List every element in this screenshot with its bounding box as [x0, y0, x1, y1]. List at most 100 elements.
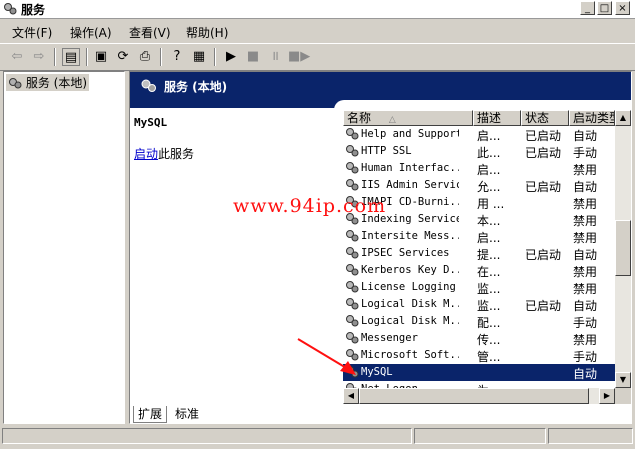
service-name: Kerberos Key D...: [361, 264, 459, 276]
back-icon[interactable]: ⇦: [8, 48, 26, 66]
menu-file[interactable]: 文件(F): [12, 24, 52, 41]
service-row[interactable]: License Logging 监... 禁用: [343, 279, 615, 296]
column-header-startup[interactable]: 启动类型: [569, 110, 615, 126]
service-row[interactable]: HTTP SSL 此... 已启动 手动: [343, 143, 615, 160]
minimize-button[interactable]: _: [580, 1, 595, 15]
scroll-corner: [615, 388, 631, 404]
maximize-button[interactable]: □: [597, 1, 612, 15]
toolbar-separator: [86, 48, 88, 66]
toolbar: ⇦ ⇨ ▤ ▣ ⟳ ⎙ ? ▦ ▶ ■ ॥ ■▶: [0, 43, 635, 71]
pause-icon[interactable]: ॥: [266, 48, 284, 66]
selected-service-name: MySQL: [134, 116, 168, 129]
service-row[interactable]: Human Interfac... 启... 禁用: [343, 160, 615, 177]
menu-action[interactable]: 操作(A): [70, 24, 112, 41]
menu-view[interactable]: 查看(V): [129, 24, 171, 41]
service-row[interactable]: Logical Disk M... 监... 已启动 自动: [343, 296, 615, 313]
scroll-thumb[interactable]: [615, 220, 631, 276]
service-startup-type: 手动: [573, 350, 598, 364]
service-row[interactable]: IIS Admin Service 允... 已启动 自动: [343, 177, 615, 194]
service-gear-icon: [346, 281, 359, 293]
services-window: 服务 _ □ × 文件(F) 操作(A) 查看(V) 帮助(H) ⇦ ⇨ ▤ ▣…: [0, 0, 635, 449]
service-name: MySQL: [361, 366, 393, 378]
details-header-title: 服务 (本地): [164, 80, 228, 94]
service-startup-type: 禁用: [573, 282, 598, 296]
column-header-status[interactable]: 状态: [521, 110, 569, 126]
sort-ascending-icon: △: [388, 115, 396, 125]
scroll-left-icon[interactable]: ◀: [343, 388, 359, 404]
service-row[interactable]: Messenger 传... 禁用: [343, 330, 615, 347]
services-gear-icon: [9, 78, 22, 89]
tree-node-services-local[interactable]: 服务 (本地): [6, 74, 90, 91]
vertical-scrollbar[interactable]: ▲ ▼: [615, 110, 631, 388]
service-description: 提...: [477, 248, 501, 262]
help-icon[interactable]: ?: [168, 48, 186, 66]
service-startup-type: 自动: [573, 367, 598, 381]
service-description: 在...: [477, 265, 501, 279]
service-row[interactable]: Help and Support 启... 已启动 自动: [343, 126, 615, 143]
service-name: Human Interfac...: [361, 162, 459, 174]
service-gear-icon: [346, 264, 359, 276]
show-tree-icon[interactable]: ▤: [62, 48, 80, 66]
service-description: 用 ...: [477, 197, 505, 211]
start-service-link[interactable]: 启动: [134, 147, 158, 161]
toolbar-separator: [54, 48, 56, 66]
tab-extended[interactable]: 扩展: [133, 406, 168, 423]
properties-icon[interactable]: ▣: [92, 48, 110, 66]
service-startup-type: 手动: [573, 146, 598, 160]
service-description: 启...: [477, 231, 501, 245]
service-row[interactable]: Logical Disk M... 配... 手动: [343, 313, 615, 330]
forward-icon[interactable]: ⇨: [30, 48, 48, 66]
horizontal-scroll-thumb[interactable]: [359, 388, 589, 404]
service-gear-icon: [346, 247, 359, 259]
toolbar-separator: [160, 48, 162, 66]
console-icon[interactable]: ▦: [190, 48, 208, 66]
details-pane: 服务 (本地) MySQL 启动此服务 名称 △ 描述 状态 启动类型 Help…: [129, 71, 632, 424]
service-row[interactable]: Intersite Mess... 启... 禁用: [343, 228, 615, 245]
service-startup-type: 自动: [573, 299, 598, 313]
service-row[interactable]: Microsoft Soft... 管... 手动: [343, 347, 615, 364]
service-startup-type: 禁用: [573, 265, 598, 279]
service-name: Intersite Mess...: [361, 230, 459, 242]
service-description: 启...: [477, 129, 501, 143]
service-status: 已启动: [525, 146, 562, 160]
service-status: 已启动: [525, 129, 562, 143]
service-startup-type: 禁用: [573, 333, 598, 347]
scroll-right-icon[interactable]: ▶: [599, 388, 615, 404]
refresh-icon[interactable]: ⟳: [114, 48, 132, 66]
close-button[interactable]: ×: [615, 1, 630, 15]
service-name: Logical Disk M...: [361, 298, 459, 310]
annotation-arrow-icon: [297, 338, 356, 375]
title-bar[interactable]: 服务 _ □ ×: [0, 0, 635, 19]
restart-icon[interactable]: ■▶: [288, 48, 310, 66]
service-description: 传...: [477, 333, 501, 347]
scroll-down-icon[interactable]: ▼: [615, 372, 631, 388]
service-gear-icon: [346, 230, 359, 242]
service-status: 已启动: [525, 180, 562, 194]
export-icon[interactable]: ⎙: [136, 48, 154, 66]
start-icon[interactable]: ▶: [222, 48, 240, 66]
service-gear-icon: [346, 128, 359, 140]
service-description: 本...: [477, 214, 501, 228]
stop-icon[interactable]: ■: [244, 48, 262, 66]
service-name: HTTP SSL: [361, 145, 412, 157]
column-header-name[interactable]: 名称 △: [343, 110, 473, 126]
service-row[interactable]: IPSEC Services 提... 已启动 自动: [343, 245, 615, 262]
toolbar-separator: [214, 48, 216, 66]
service-description: 监...: [477, 299, 501, 313]
tab-standard[interactable]: 标准: [171, 406, 203, 422]
service-row[interactable]: MySQL 自动: [343, 364, 615, 381]
scroll-up-icon[interactable]: ▲: [615, 110, 631, 126]
horizontal-scrollbar[interactable]: ◀ ▶: [343, 388, 615, 404]
service-description: 此...: [477, 146, 501, 160]
service-gear-icon: [346, 315, 359, 327]
service-name: Help and Support: [361, 128, 459, 140]
column-header-description[interactable]: 描述: [473, 110, 521, 126]
service-startup-type: 禁用: [573, 163, 598, 177]
service-name: Microsoft Soft...: [361, 349, 459, 361]
services-list: 名称 △ 描述 状态 启动类型 Help and Support 启... 已启动自…: [343, 110, 631, 404]
service-row[interactable]: Kerberos Key D... 在... 禁用: [343, 262, 615, 279]
console-tree: 服务 (本地): [3, 71, 125, 424]
start-service-suffix: 此服务: [158, 147, 195, 161]
menu-bar: 文件(F) 操作(A) 查看(V) 帮助(H): [0, 21, 635, 41]
menu-help[interactable]: 帮助(H): [186, 24, 228, 41]
